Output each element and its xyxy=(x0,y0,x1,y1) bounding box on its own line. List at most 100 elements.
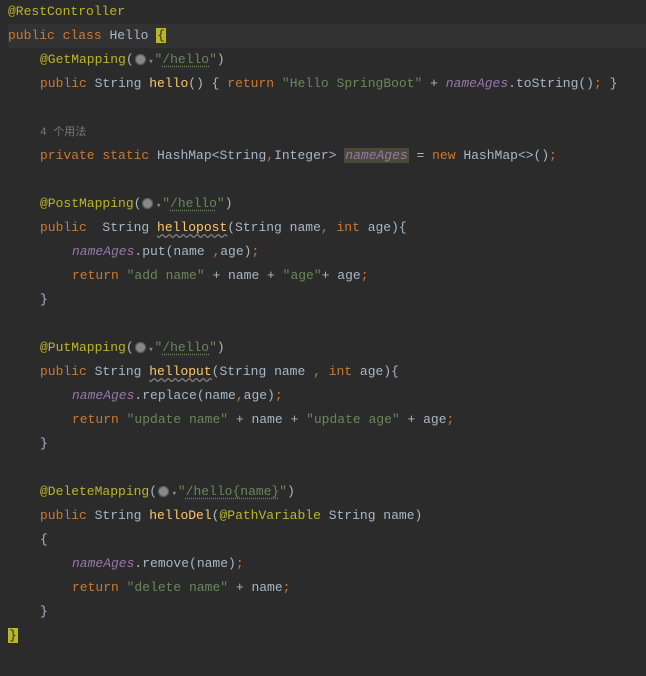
keyword-class: class xyxy=(63,28,102,43)
field-ref: nameAges xyxy=(72,556,134,571)
string-literal: "update name" xyxy=(127,412,228,427)
keyword-public: public xyxy=(40,508,87,523)
brace-open: { xyxy=(40,532,48,547)
paren: ( xyxy=(149,484,157,499)
code-line[interactable]: } xyxy=(8,288,646,312)
concat: + age xyxy=(400,412,447,427)
string-path[interactable]: /hello xyxy=(170,196,217,211)
semicolon: ; xyxy=(549,148,557,163)
code-line[interactable]: @RestController xyxy=(8,0,646,24)
annotation-get: @GetMapping xyxy=(40,52,126,67)
string-quote: " xyxy=(162,196,170,211)
comma: , xyxy=(266,148,274,163)
space xyxy=(329,220,337,235)
string-literal: "delete name" xyxy=(127,580,228,595)
usage-count[interactable]: 4 个用法 xyxy=(40,127,86,139)
code-line[interactable]: return "delete name" + name; xyxy=(8,576,646,600)
blank-line[interactable] xyxy=(8,96,646,120)
semicolon: ; xyxy=(447,412,455,427)
brace-close: } xyxy=(40,604,48,619)
keyword-return: return xyxy=(72,268,119,283)
web-icon[interactable] xyxy=(134,341,147,354)
method-name: helloDel xyxy=(149,508,211,523)
method-name: hellopost xyxy=(157,220,227,235)
comma: , xyxy=(236,388,244,403)
class-name: Hello xyxy=(109,28,148,43)
comma: , xyxy=(321,220,329,235)
code-line[interactable]: @DeleteMapping( "/hello{name}") xyxy=(8,480,646,504)
string-quote: " xyxy=(209,340,217,355)
code-line[interactable]: public String hellopost(String name, int… xyxy=(8,216,646,240)
constructor: HashMap<>() xyxy=(456,148,550,163)
brace-close: } xyxy=(40,292,48,307)
code-line[interactable]: { xyxy=(8,528,646,552)
code-line[interactable]: } xyxy=(8,432,646,456)
type: String xyxy=(87,364,149,379)
semicolon: ; xyxy=(275,388,283,403)
concat: + age xyxy=(322,268,361,283)
annotation-pathvar: @PathVariable xyxy=(219,508,320,523)
equals: = xyxy=(409,148,432,163)
paren: ( xyxy=(126,340,134,355)
paren: ( xyxy=(134,196,142,211)
paren: ) xyxy=(225,196,233,211)
string-path[interactable]: /hello xyxy=(162,52,209,67)
code-line[interactable]: nameAges.remove(name); xyxy=(8,552,646,576)
code-line[interactable]: @GetMapping( "/hello") xyxy=(8,48,646,72)
concat: + name + xyxy=(205,268,283,283)
space xyxy=(321,364,329,379)
code-line[interactable]: } xyxy=(8,600,646,624)
blank-line[interactable] xyxy=(8,168,646,192)
paren: ) xyxy=(287,484,295,499)
params-rest: age){ xyxy=(360,220,407,235)
type-integer: Integer> xyxy=(274,148,344,163)
code-editor[interactable]: @RestController public class Hello { @Ge… xyxy=(0,0,646,648)
string-quote: " xyxy=(217,196,225,211)
code-line[interactable]: return "add name" + name + "age"+ age; xyxy=(8,264,646,288)
usage-hint-line[interactable]: 4 个用法 xyxy=(8,120,646,144)
string-path[interactable]: /hello xyxy=(162,340,209,355)
web-icon[interactable] xyxy=(141,197,154,210)
keyword-private: private xyxy=(40,148,95,163)
paren: ) xyxy=(217,52,225,67)
semicolon: ; xyxy=(283,580,291,595)
code-line[interactable]: private static HashMap<String,Integer> n… xyxy=(8,144,646,168)
code-line[interactable]: public String helloput(String name , int… xyxy=(8,360,646,384)
keyword-static: static xyxy=(102,148,149,163)
type: String xyxy=(95,76,142,91)
semicolon: ; xyxy=(236,556,244,571)
keyword-int: int xyxy=(329,364,352,379)
semicolon: ; xyxy=(361,268,369,283)
brace-close: } xyxy=(40,436,48,451)
string-quote: " xyxy=(209,52,217,67)
code-line-highlighted[interactable]: public class Hello { xyxy=(8,24,646,48)
field-ref: nameAges xyxy=(446,76,508,91)
method-name: helloput xyxy=(149,364,211,379)
code-line[interactable]: public String hello() { return "Hello Sp… xyxy=(8,72,646,96)
web-icon[interactable] xyxy=(134,53,147,66)
paren: ( xyxy=(126,52,134,67)
code-line[interactable]: } xyxy=(8,624,646,648)
keyword-new: new xyxy=(432,148,455,163)
string-path[interactable]: /hello{name} xyxy=(186,484,280,499)
annotation-delete: @DeleteMapping xyxy=(40,484,149,499)
method-call: .toString() xyxy=(508,76,594,91)
web-icon[interactable] xyxy=(157,485,170,498)
method-call: .put(name xyxy=(134,244,212,259)
keyword-int: int xyxy=(337,220,360,235)
operator: + xyxy=(422,76,445,91)
code-line[interactable]: nameAges.put(name ,age); xyxy=(8,240,646,264)
annotation-post: @PostMapping xyxy=(40,196,134,211)
code-line[interactable]: public String helloDel(@PathVariable Str… xyxy=(8,504,646,528)
string-literal: "update age" xyxy=(306,412,400,427)
keyword-public: public xyxy=(40,364,87,379)
blank-line[interactable] xyxy=(8,456,646,480)
code-line[interactable]: @PostMapping( "/hello") xyxy=(8,192,646,216)
keyword-public: public xyxy=(40,220,87,235)
code-line[interactable]: return "update name" + name + "update ag… xyxy=(8,408,646,432)
params: (String name xyxy=(212,364,313,379)
code-line[interactable]: nameAges.replace(name,age); xyxy=(8,384,646,408)
code-line[interactable]: @PutMapping( "/hello") xyxy=(8,336,646,360)
comma: , xyxy=(313,364,321,379)
blank-line[interactable] xyxy=(8,312,646,336)
